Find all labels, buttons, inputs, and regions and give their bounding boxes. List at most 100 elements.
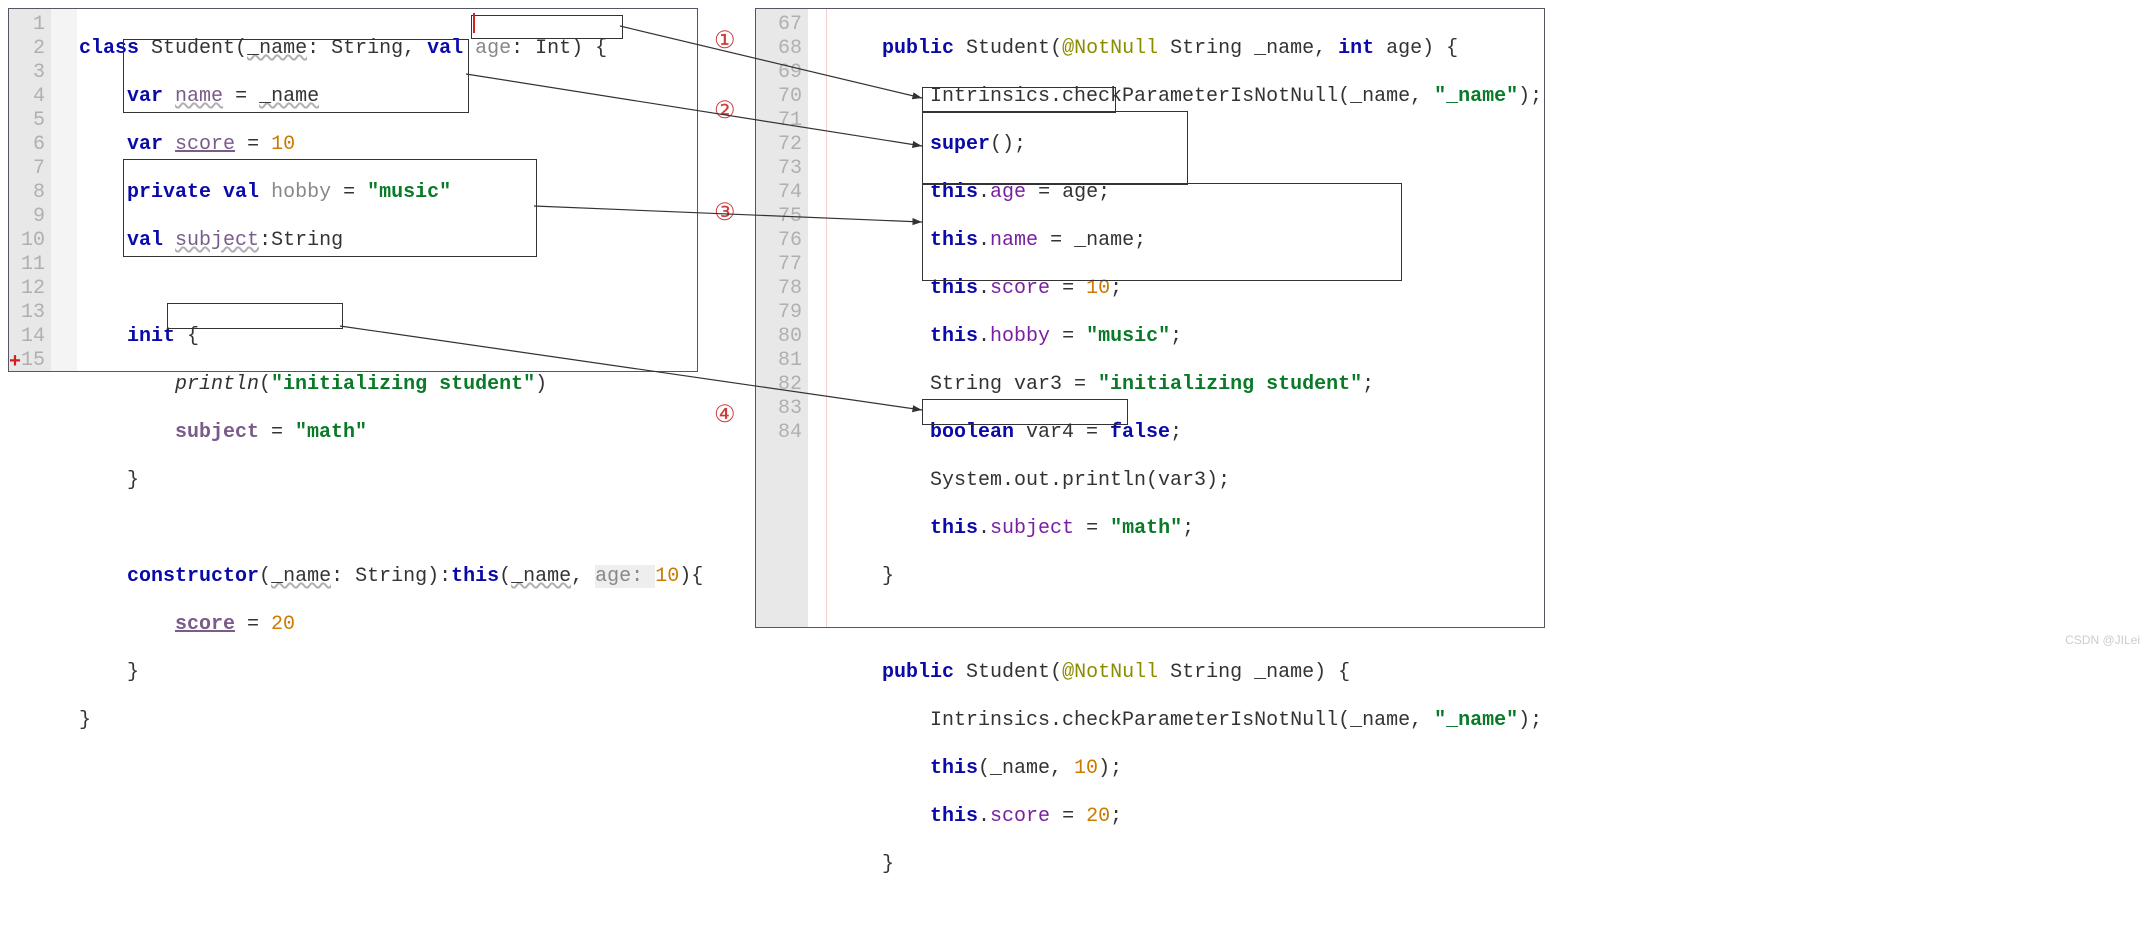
- annotation: @NotNull: [1062, 661, 1158, 684]
- keyword: this: [930, 805, 978, 828]
- right-editor-pane: 67 68 69 70 71 72 73 74 75 76 77 78 79 8…: [755, 8, 1545, 628]
- page-root: { "left": { "lines": ["1","2","3","4","5…: [0, 0, 2150, 651]
- line-number: 1: [9, 13, 45, 37]
- field: age: [990, 181, 1026, 204]
- left-gutter: 1 2 3 4 5 6 7 8 9 10 11 12 13 14 15: [9, 9, 51, 371]
- line-number: 71: [756, 109, 802, 133]
- brace: }: [882, 565, 894, 588]
- annotation-1: ①: [714, 26, 736, 55]
- keyword: this: [930, 325, 978, 348]
- ref: _name: [259, 85, 319, 108]
- number: 20: [1086, 805, 1110, 828]
- ref: _name: [511, 565, 571, 588]
- right-gutter: 67 68 69 70 71 72 73 74 75 76 77 78 79 8…: [756, 9, 808, 627]
- paren: (: [1050, 37, 1062, 60]
- keyword: int: [1338, 37, 1374, 60]
- ctor: Student: [966, 661, 1050, 684]
- dot: .: [978, 325, 990, 348]
- line-number: 5: [9, 109, 45, 133]
- sp: [259, 181, 271, 204]
- string: "music": [1086, 325, 1170, 348]
- string: "_name": [1434, 709, 1518, 732]
- text: : String,: [307, 37, 427, 60]
- text: =: [1050, 277, 1086, 300]
- sp: [954, 661, 966, 684]
- dot: .: [978, 517, 990, 540]
- right-code[interactable]: public Student(@NotNull String _name, in…: [834, 13, 1542, 925]
- annotation-4: ④: [714, 400, 736, 429]
- line-number: 2: [9, 37, 45, 61]
- text: : String):: [331, 565, 451, 588]
- keyword: this: [930, 757, 978, 780]
- string: "initializing student": [271, 373, 535, 396]
- sp: [163, 85, 175, 108]
- paren: (: [499, 565, 511, 588]
- semi: ;: [1362, 373, 1374, 396]
- text: =: [1038, 229, 1074, 252]
- prop: score: [175, 133, 235, 156]
- watermark: CSDN @JILei: [2065, 633, 2140, 647]
- line-number: 76: [756, 229, 802, 253]
- text: ,: [571, 565, 595, 588]
- line-number: 67: [756, 13, 802, 37]
- text: _name;: [1074, 229, 1146, 252]
- line-number: 8: [9, 181, 45, 205]
- ctor: Student: [966, 37, 1050, 60]
- prop: subject: [175, 421, 259, 444]
- line-number: 82: [756, 373, 802, 397]
- line-number: 9: [9, 205, 45, 229]
- line-number: 79: [756, 301, 802, 325]
- line-number: 77: [756, 253, 802, 277]
- line-number: 81: [756, 349, 802, 373]
- text: =: [235, 133, 271, 156]
- line-number: 70: [756, 85, 802, 109]
- sp: [163, 133, 175, 156]
- text: Intrinsics.checkParameterIsNotNull(_name…: [930, 709, 1434, 732]
- line-number: 83: [756, 397, 802, 421]
- semi: ;: [1110, 277, 1122, 300]
- text: =: [1074, 517, 1110, 540]
- keyword: class: [79, 37, 139, 60]
- text: =: [331, 181, 367, 204]
- keyword: super: [930, 133, 990, 156]
- paren: (: [259, 565, 271, 588]
- line-number: 6: [9, 133, 45, 157]
- param: age: [475, 37, 511, 60]
- text: );: [1518, 85, 1542, 108]
- paren: (: [259, 373, 271, 396]
- annotation: @NotNull: [1062, 37, 1158, 60]
- text: ();: [990, 133, 1026, 156]
- text: String _name) {: [1158, 661, 1350, 684]
- number: 10: [1086, 277, 1110, 300]
- text: String var3 =: [930, 373, 1098, 396]
- brace: }: [127, 469, 139, 492]
- semi: ;: [1182, 517, 1194, 540]
- prop: subject: [175, 229, 259, 252]
- number: 10: [271, 133, 295, 156]
- keyword: var: [127, 133, 163, 156]
- line-number: 84: [756, 421, 802, 445]
- text: Intrinsics.checkParameterIsNotNull(_name…: [930, 85, 1434, 108]
- line-number: 68: [756, 37, 802, 61]
- dot: .: [978, 181, 990, 204]
- semi: ;: [1170, 325, 1182, 348]
- string: "_name": [1434, 85, 1518, 108]
- field: name: [990, 229, 1038, 252]
- class-name: Student: [151, 37, 235, 60]
- left-code[interactable]: class Student(_name: String, val age: In…: [79, 13, 703, 781]
- keyword: this: [451, 565, 499, 588]
- annotation-3: ③: [714, 198, 736, 227]
- line-number: 72: [756, 133, 802, 157]
- keyword: var: [127, 85, 163, 108]
- keyword: this: [930, 277, 978, 300]
- text: age;: [1062, 181, 1110, 204]
- paren: (: [235, 37, 247, 60]
- line-number: 10: [9, 229, 45, 253]
- keyword: this: [930, 181, 978, 204]
- text: =: [1026, 181, 1062, 204]
- line-number: 75: [756, 205, 802, 229]
- prop: hobby: [271, 181, 331, 204]
- keyword: val: [427, 37, 463, 60]
- number: 20: [271, 613, 295, 636]
- paren: ): [535, 373, 547, 396]
